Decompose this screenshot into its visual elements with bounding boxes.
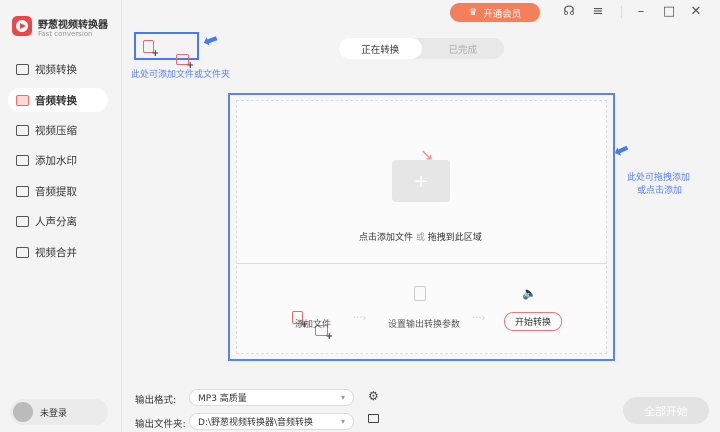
vip-button[interactable]: ♛ 开通会员 [450,3,540,22]
divider [621,6,622,18]
drop-text[interactable]: 点击添加文件 或 拖拽到此区域 [359,230,482,243]
tab-completed[interactable]: 已完成 [422,38,505,59]
folder-select[interactable]: D:\野葱视频转换器\音频转换 [189,413,354,430]
app-subtitle: Fast conversion [38,30,93,38]
vip-label: 开通会员 [483,8,522,20]
drop-or: 或 [415,233,425,243]
sidebar-item-audio-extract[interactable]: 音频提取 [8,179,108,203]
tab-converting[interactable]: 正在转换 [339,38,422,59]
sidebar-item-video-convert[interactable]: 视频转换 [8,57,108,81]
menu-icon[interactable]: ≡ [589,4,607,19]
drag-hint-1: 此处可拖拽添加 [627,173,691,183]
maximize-icon[interactable]: □ [660,4,678,19]
tab-bar: 正在转换 已完成 [339,38,504,59]
drop-text-1: 点击添加文件 [359,233,414,243]
crown-icon: ♛ [468,7,478,18]
format-label: 输出格式: [135,395,177,406]
format-select[interactable]: MP3 高质量 [189,389,354,406]
person-icon [16,215,29,227]
sidebar-item-watermark[interactable]: 添加水印 [8,148,108,172]
sidebar-item-label: 视频压缩 [35,124,77,137]
sidebar-item-label: 音频提取 [35,185,77,198]
video-icon [16,63,29,75]
sidebar-item-label: 添加水印 [35,154,77,167]
step-arrow-icon: ···› [472,313,486,324]
arrow-down-icon: ↘ [420,145,434,164]
extract-icon [16,185,29,197]
minimize-icon[interactable]: – [632,4,650,19]
divider [237,263,606,264]
close-icon[interactable]: ✕ [687,4,705,19]
compress-icon [16,124,29,136]
login-button[interactable]: 未登录 [10,399,108,425]
step-arrow-icon: ···› [353,313,367,324]
sidebar-item-label: 视频转换 [35,63,77,76]
headset-icon[interactable]: ☊ [560,4,578,19]
add-hint: 此处可添加文件或文件夹 [131,70,231,80]
sidebar-item-vocal-separate[interactable]: 人声分离 [8,209,108,233]
sidebar-item-label: 音频转换 [35,94,77,107]
merge-icon [16,246,29,258]
speaker-icon [16,94,29,106]
login-label: 未登录 [40,408,68,419]
gear-icon[interactable]: ⚙ [368,389,379,403]
folder-add-icon[interactable]: + [392,160,450,202]
settings-file-icon [414,286,426,301]
start-all-button[interactable]: 全部开始 [623,397,709,424]
add-file-icon[interactable] [143,40,159,59]
sidebar-item-audio-convert[interactable]: 音频转换 [8,88,108,112]
format-value: MP3 高质量 [198,394,247,404]
sidebar-item-label: 视频合并 [35,246,77,259]
open-folder-icon[interactable] [368,414,379,423]
step-add-file: 添加文件 [295,320,332,330]
app-title: 野葱视频转换器 [38,20,108,31]
drop-text-2: 拖拽到此区域 [427,233,482,243]
folder-value: D:\野葱视频转换器\音频转换 [198,418,314,428]
add-folder-icon[interactable] [176,54,194,71]
arrow-icon: ⬅ [199,28,222,53]
app-logo [12,16,32,36]
watermark-icon [16,154,29,166]
folder-label: 输出文件夹: [135,419,186,430]
sidebar-item-video-merge[interactable]: 视频合并 [8,240,108,264]
speaker-icon: 🔈 [522,286,537,300]
avatar [13,402,33,422]
start-convert-button[interactable]: 开始转换 [504,312,563,331]
sidebar-item-label: 人声分离 [35,215,77,228]
drag-hint-2: 或点击添加 [637,186,683,196]
step-set-params: 设置输出转换参数 [388,320,461,330]
sidebar-item-video-compress[interactable]: 视频压缩 [8,118,108,142]
